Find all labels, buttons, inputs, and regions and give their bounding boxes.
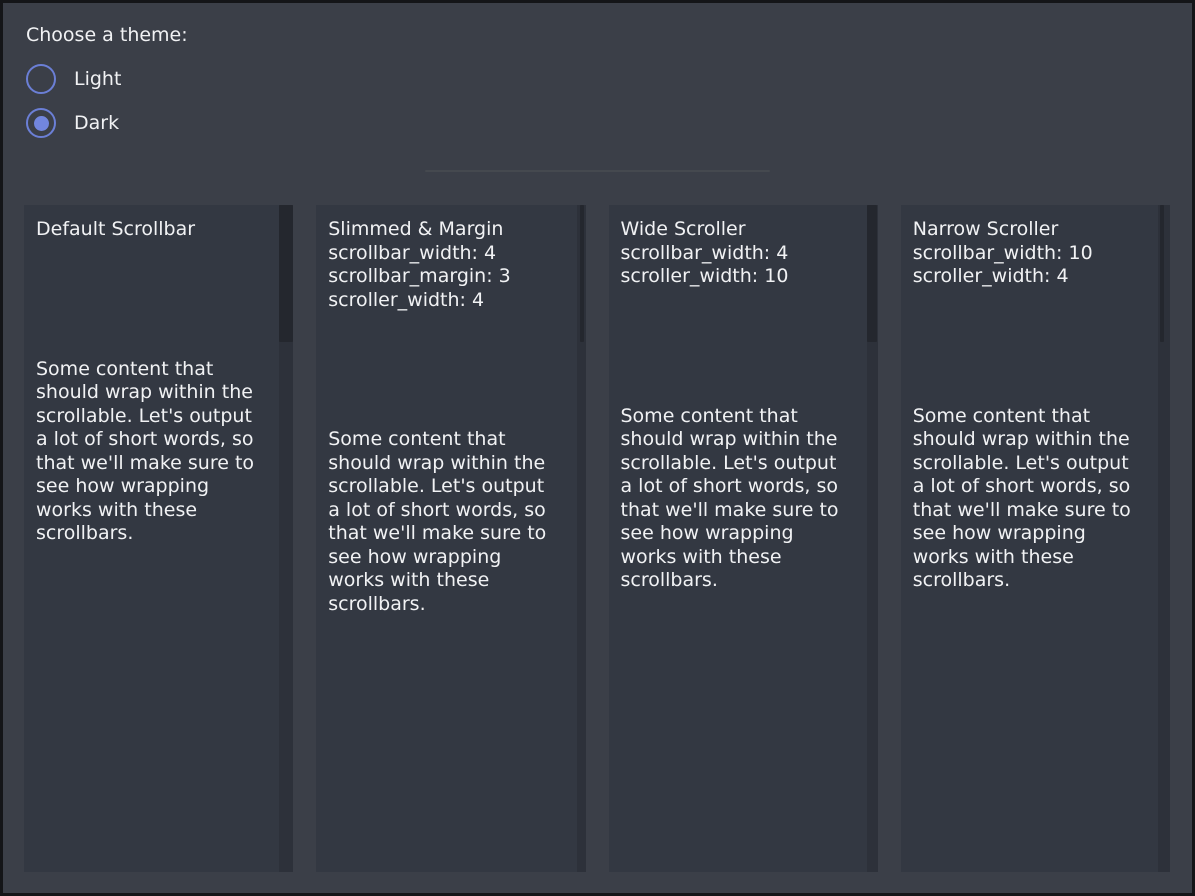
panel-param: scrollbar_margin: 3 (328, 265, 560, 289)
scrollbar-demo-row: Default Scrollbar Some content that shou… (24, 205, 1170, 872)
app-window: Choose a theme: Light Dark Default Scrol… (0, 0, 1195, 896)
panel-default-scrollbar[interactable]: Default Scrollbar Some content that shou… (24, 205, 293, 872)
panel-content-area: Default Scrollbar Some content that shou… (24, 205, 293, 546)
panel-body-text: Some content that should wrap within the… (36, 358, 268, 546)
page-background: Choose a theme: Light Dark Default Scrol… (3, 3, 1192, 893)
radio-icon[interactable] (26, 108, 56, 138)
panel-param: scrollbar_width: 4 (328, 242, 560, 266)
panel-body-text: Some content that should wrap within the… (328, 428, 560, 616)
panel-title: Narrow Scroller (913, 218, 1145, 242)
panel-content-area: Wide Scroller scrollbar_width: 4 scrolle… (609, 205, 878, 593)
panel-body-text: Some content that should wrap within the… (913, 405, 1145, 593)
panel-param: scroller_width: 10 (621, 265, 853, 289)
theme-chooser: Choose a theme: Light Dark (3, 3, 1192, 138)
panel-param: scrollbar_width: 4 (621, 242, 853, 266)
panel-title: Default Scrollbar (36, 218, 268, 242)
panel-param: scroller_width: 4 (328, 289, 560, 313)
radio-option-label[interactable]: Light (74, 68, 121, 90)
scrollbar-thumb[interactable] (279, 205, 293, 342)
scrollbar-thumb[interactable] (1160, 205, 1164, 342)
panel-spacer (621, 289, 853, 405)
panel-narrow-scroller[interactable]: Narrow Scroller scrollbar_width: 10 scro… (901, 205, 1170, 872)
panel-param: scroller_width: 4 (913, 265, 1145, 289)
scrollbar-thumb[interactable] (867, 205, 877, 342)
panel-title: Slimmed & Margin (328, 218, 560, 242)
panel-spacer (328, 312, 560, 428)
panel-spacer (36, 242, 268, 358)
panel-spacer (913, 289, 1145, 405)
panel-body-text: Some content that should wrap within the… (621, 405, 853, 593)
panel-wide-scroller[interactable]: Wide Scroller scrollbar_width: 4 scrolle… (609, 205, 878, 872)
horizontal-divider (425, 170, 770, 172)
radio-option-dark[interactable]: Dark (26, 108, 1192, 138)
panel-title: Wide Scroller (621, 218, 853, 242)
radio-option-light[interactable]: Light (26, 64, 1192, 94)
scrollbar-thumb[interactable] (580, 205, 584, 342)
panel-content-area: Narrow Scroller scrollbar_width: 10 scro… (901, 205, 1170, 593)
panel-slimmed-margin[interactable]: Slimmed & Margin scrollbar_width: 4 scro… (316, 205, 585, 872)
panel-param: scrollbar_width: 10 (913, 242, 1145, 266)
theme-chooser-label: Choose a theme: (26, 22, 1192, 48)
radio-icon[interactable] (26, 64, 56, 94)
panel-content-area: Slimmed & Margin scrollbar_width: 4 scro… (316, 205, 585, 616)
radio-option-label[interactable]: Dark (74, 112, 119, 134)
radio-dot-icon (34, 116, 49, 131)
